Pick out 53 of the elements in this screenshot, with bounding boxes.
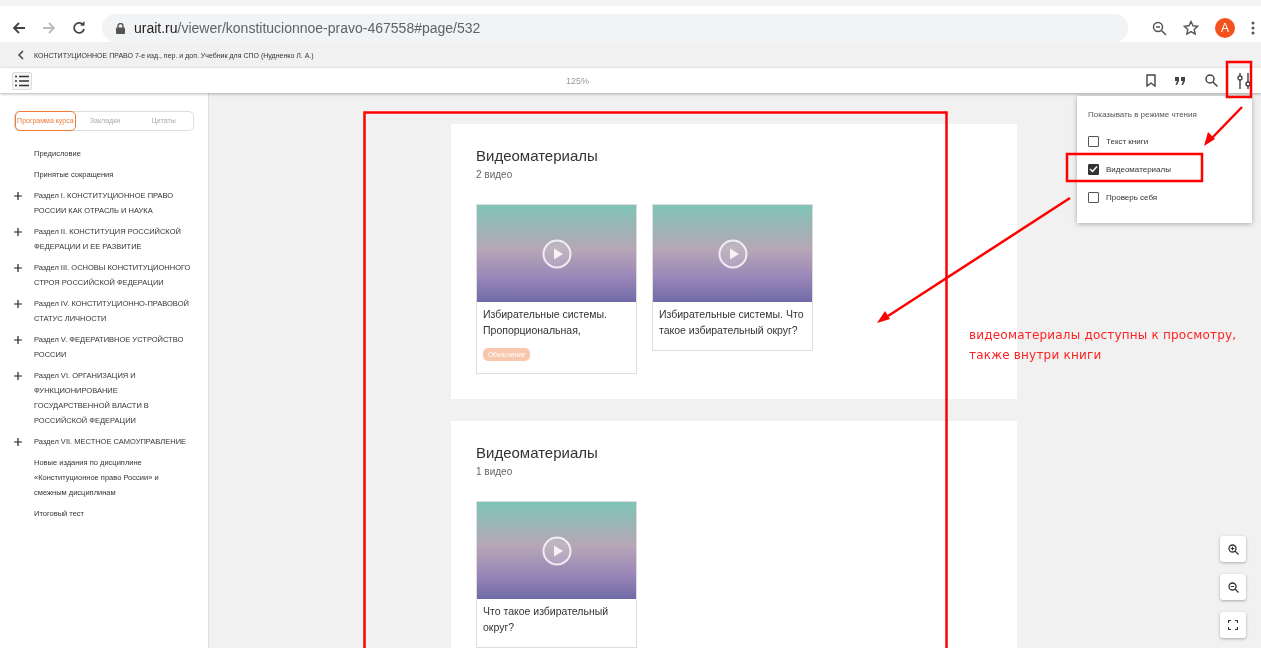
- highlight-frame: [1225, 60, 1253, 99]
- zoom-level: 125%: [566, 75, 590, 86]
- option-label[interactable]: Текст книги: [1106, 136, 1149, 146]
- play-icon[interactable]: [541, 238, 572, 269]
- zoom-out-icon: [1227, 581, 1239, 593]
- arrow: [1204, 106, 1243, 146]
- video-thumbnail[interactable]: [653, 205, 812, 302]
- contents-button[interactable]: [12, 71, 32, 90]
- video-card[interactable]: Избирательные системы. Что такое избирательный округ?: [652, 204, 813, 351]
- option-label[interactable]: Видеоматериалы: [1106, 164, 1171, 174]
- checkbox[interactable]: [1088, 135, 1099, 147]
- play-icon[interactable]: [717, 238, 748, 269]
- expand-icon[interactable]: [14, 336, 22, 344]
- bookmark-icon[interactable]: [1146, 74, 1156, 87]
- menu-heading: Показывать в режиме чтения: [1088, 110, 1198, 119]
- checkbox[interactable]: [1088, 163, 1099, 175]
- quote-icon[interactable]: [1175, 76, 1186, 85]
- expand-icon[interactable]: [14, 264, 22, 272]
- search-icon[interactable]: [1205, 74, 1218, 87]
- section-title: Видеоматериалы: [476, 443, 599, 463]
- fullscreen-button[interactable]: [1220, 612, 1246, 638]
- option-label[interactable]: Проверь себя: [1106, 192, 1158, 202]
- expand-icon[interactable]: [14, 300, 22, 308]
- reload-icon[interactable]: [72, 21, 86, 35]
- zoom-in-button[interactable]: [1220, 536, 1246, 562]
- sliders-icon[interactable]: [1237, 72, 1251, 89]
- back-icon[interactable]: [12, 21, 26, 35]
- more-icon[interactable]: [1251, 21, 1255, 35]
- lock-icon: [116, 22, 125, 34]
- zoom-out-button[interactable]: [1220, 574, 1246, 600]
- expand-icon[interactable]: [14, 228, 22, 236]
- play-icon[interactable]: [541, 535, 572, 566]
- back-chevron-icon[interactable]: [17, 50, 24, 60]
- section-title: Видеоматериалы: [476, 146, 599, 166]
- video-thumbnail[interactable]: [477, 205, 636, 302]
- video-thumbnail[interactable]: [477, 502, 636, 599]
- expand-icon[interactable]: [14, 192, 22, 200]
- video-title: Избирательные системы. Пропорциональная,: [482, 307, 609, 338]
- expand-icon[interactable]: [14, 438, 22, 446]
- zoom-icon[interactable]: [1152, 20, 1167, 36]
- checkbox[interactable]: [1088, 191, 1099, 203]
- video-title: Что такое избирательный округ?: [482, 604, 610, 635]
- video-card[interactable]: Что такое избирательный округ?: [476, 501, 637, 648]
- zoom-in-icon: [1227, 543, 1239, 555]
- expand-icon[interactable]: [14, 372, 22, 380]
- fullscreen-icon: [1228, 620, 1238, 630]
- star-icon[interactable]: [1183, 20, 1199, 36]
- url-text: urait.ru/viewer/konstitucionnoe-pravo-467558#page/532: [134, 20, 481, 36]
- video-count: 2 видео: [476, 169, 514, 180]
- address-bar[interactable]: urait.ru/viewer/konstitucionnoe-pravo-467558#page/532: [102, 14, 1128, 42]
- video-count: 1 видео: [476, 466, 514, 477]
- annotation-text: видеоматериалы доступны к просмотру, также внутри книги: [969, 327, 1237, 364]
- video-title: Избирательные системы. Что такое избирательный округ?: [658, 307, 805, 338]
